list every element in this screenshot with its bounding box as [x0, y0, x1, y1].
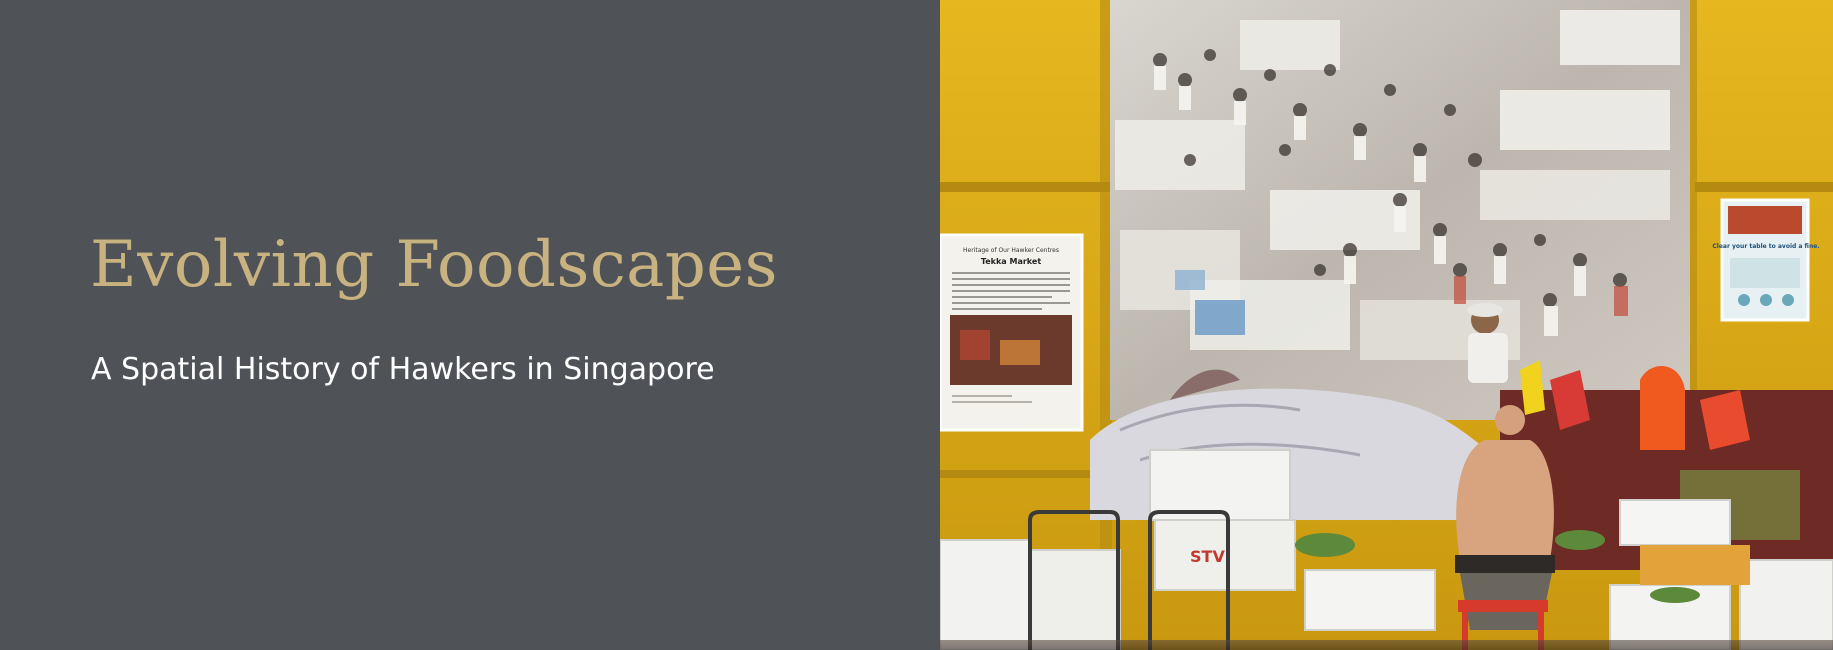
right-notice-poster: Clear your table to avoid a fine.: [1712, 198, 1820, 322]
hawker-market-photo: Heritage of Our Hawker Centres Tekka Mar…: [940, 0, 1833, 650]
hero-banner: Evolving Foodscapes A Spatial History of…: [0, 0, 1833, 650]
page-title: Evolving Foodscapes: [90, 228, 778, 302]
floor: [940, 640, 1833, 650]
market-mural: [1110, 0, 1690, 420]
box-label: STV: [1190, 547, 1225, 566]
wall-moulding: [940, 182, 1110, 192]
hero-text-panel: Evolving Foodscapes A Spatial History of…: [0, 0, 940, 650]
poster-heading: Heritage of Our Hawker Centres: [963, 247, 1059, 254]
poster-title: Tekka Market: [981, 257, 1041, 266]
wall-moulding: [940, 470, 1110, 478]
hero-photo: Heritage of Our Hawker Centres Tekka Mar…: [940, 0, 1833, 650]
notice-title: Clear your table to avoid a fine.: [1712, 243, 1819, 250]
left-info-poster: Heritage of Our Hawker Centres Tekka Mar…: [940, 233, 1084, 432]
page-subtitle: A Spatial History of Hawkers in Singapor…: [91, 352, 715, 387]
wall-moulding: [1695, 182, 1833, 192]
